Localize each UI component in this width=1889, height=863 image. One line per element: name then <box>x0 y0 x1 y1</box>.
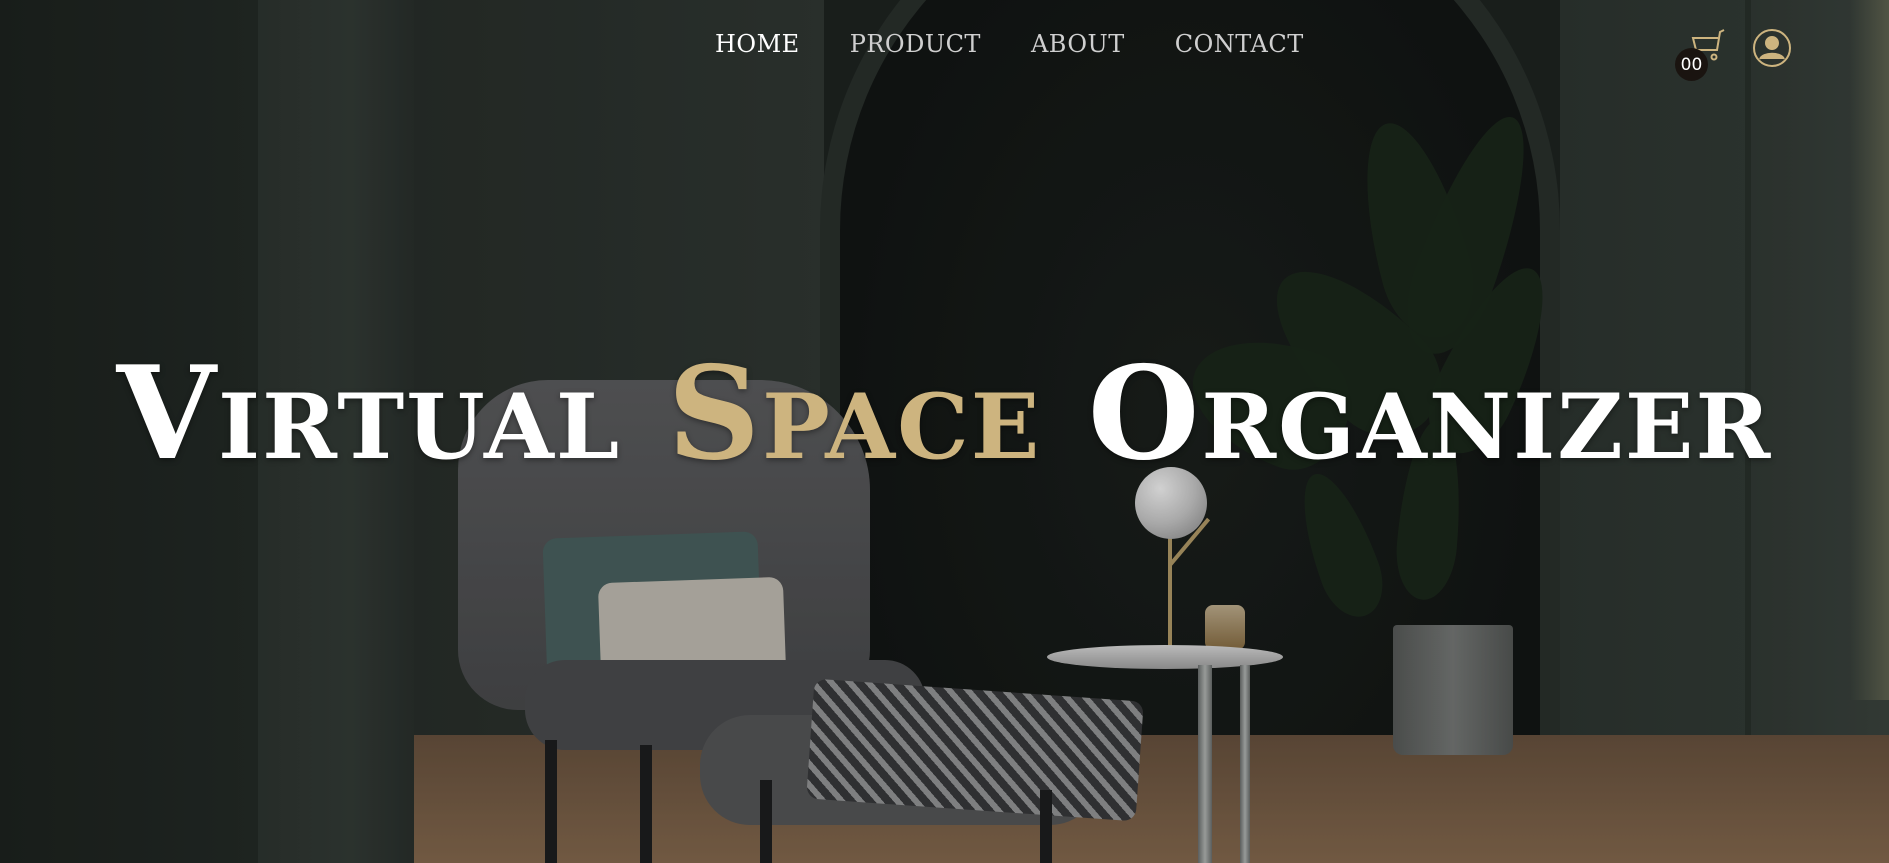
nav-contact-link[interactable]: CONTACT <box>1175 30 1304 58</box>
user-account-icon[interactable] <box>1752 28 1792 68</box>
nav-product-link[interactable]: PRODUCT <box>850 30 981 58</box>
hero-title-word-3: Organizer <box>1087 339 1773 489</box>
hero-title-word-1: Virtual <box>116 339 622 489</box>
nav-about-link[interactable]: ABOUT <box>1031 30 1125 58</box>
main-nav: HOME PRODUCT ABOUT CONTACT <box>715 30 1304 58</box>
cart-count-badge: 00 <box>1675 48 1708 81</box>
hero-title: Virtual Space Organizer <box>0 350 1889 478</box>
nav-home-link[interactable]: HOME <box>715 30 800 58</box>
hero-title-word-2-accent: Space <box>667 339 1042 489</box>
